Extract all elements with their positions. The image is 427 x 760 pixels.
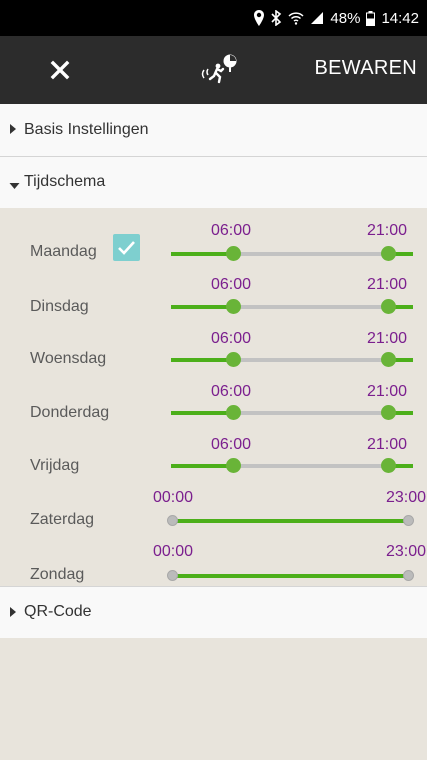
battery-percent: 48% <box>330 9 361 27</box>
status-icons: 48% 14:42 <box>253 8 419 28</box>
battery-icon <box>366 10 376 26</box>
slider-fill-left <box>171 411 233 415</box>
motion-sensor-icon <box>198 52 238 88</box>
checkmark-icon <box>118 241 135 255</box>
start-time-zaterdag: 00:00 <box>153 489 194 506</box>
end-time-zaterdag: 23:00 <box>386 489 427 506</box>
section-tijdschema[interactable]: Tijdschema <box>0 157 427 209</box>
start-thumb-dinsdag[interactable] <box>226 299 241 314</box>
section-label: QR-Code <box>24 603 92 620</box>
time-range-slider-zondag[interactable] <box>172 574 409 578</box>
day-label-vrijdag: Vrijdag <box>30 457 80 474</box>
end-thumb-donderdag[interactable] <box>381 405 396 420</box>
end-thumb-zaterdag[interactable] <box>403 515 414 526</box>
start-time-vrijdag: 06:00 <box>211 436 252 453</box>
slider-fill-left <box>171 252 233 256</box>
collapsed-arrow-icon <box>9 122 17 140</box>
day-label-zondag: Zondag <box>30 566 85 583</box>
end-thumb-maandag[interactable] <box>381 246 396 261</box>
start-time-zondag: 00:00 <box>153 543 194 560</box>
day-label-dinsdag: Dinsdag <box>30 298 89 315</box>
maandag-checkbox[interactable] <box>113 234 140 261</box>
slider-fill-left <box>171 358 233 362</box>
end-thumb-dinsdag[interactable] <box>381 299 396 314</box>
location-icon <box>253 10 265 26</box>
end-thumb-zondag[interactable] <box>403 570 414 581</box>
start-thumb-maandag[interactable] <box>226 246 241 261</box>
end-thumb-vrijdag[interactable] <box>381 458 396 473</box>
end-time-maandag: 21:00 <box>367 222 408 239</box>
start-thumb-vrijdag[interactable] <box>226 458 241 473</box>
collapsed-arrow-icon <box>9 605 17 623</box>
save-button[interactable]: BEWAREN <box>315 57 417 80</box>
slider-fill-left <box>171 305 233 309</box>
end-time-donderdag: 21:00 <box>367 383 408 400</box>
day-label-maandag: Maandag <box>30 243 97 260</box>
slider-fill-left <box>171 464 233 468</box>
clock: 14:42 <box>381 9 419 27</box>
wifi-icon <box>288 11 304 25</box>
start-thumb-donderdag[interactable] <box>226 405 241 420</box>
end-time-dinsdag: 21:00 <box>367 276 408 293</box>
bluetooth-icon <box>271 10 282 26</box>
start-time-dinsdag: 06:00 <box>211 276 252 293</box>
expanded-arrow-icon <box>9 177 20 195</box>
app-bar: BEWAREN <box>0 36 427 104</box>
end-time-vrijdag: 21:00 <box>367 436 408 453</box>
time-range-slider-zaterdag[interactable] <box>172 519 409 523</box>
start-time-donderdag: 06:00 <box>211 383 252 400</box>
section-label: Tijdschema <box>24 173 106 190</box>
start-thumb-zaterdag[interactable] <box>167 515 178 526</box>
start-time-maandag: 06:00 <box>211 222 252 239</box>
section-qr-code[interactable]: QR-Code <box>0 586 427 639</box>
day-label-woensdag: Woensdag <box>30 350 107 367</box>
section-label: Basis Instellingen <box>24 121 149 138</box>
end-thumb-woensdag[interactable] <box>381 352 396 367</box>
status-bar: 48% 14:42 <box>0 0 427 36</box>
close-icon <box>50 60 70 80</box>
end-time-zondag: 23:00 <box>386 543 427 560</box>
close-button[interactable] <box>48 58 72 82</box>
start-time-woensdag: 06:00 <box>211 330 252 347</box>
day-label-donderdag: Donderdag <box>30 404 110 421</box>
empty-area <box>0 638 427 760</box>
section-basis-instellingen[interactable]: Basis Instellingen <box>0 104 427 157</box>
end-time-woensdag: 21:00 <box>367 330 408 347</box>
signal-icon <box>310 11 324 25</box>
start-thumb-woensdag[interactable] <box>226 352 241 367</box>
start-thumb-zondag[interactable] <box>167 570 178 581</box>
day-label-zaterdag: Zaterdag <box>30 511 95 528</box>
